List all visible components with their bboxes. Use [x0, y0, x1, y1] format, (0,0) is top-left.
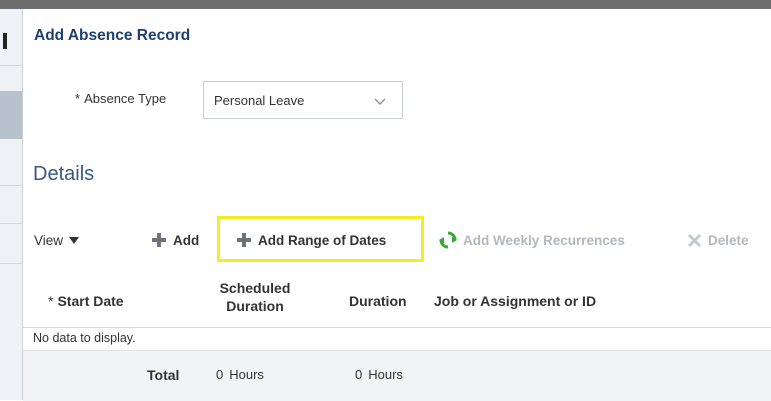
- empty-table-message: No data to display.: [33, 331, 136, 345]
- add-weekly-recurrences-button[interactable]: Add Weekly Recurrences: [439, 223, 625, 257]
- table-header: * Start Date Scheduled Duration Duration …: [23, 271, 771, 328]
- view-label: View: [34, 232, 64, 248]
- add-absence-dialog: Add Absence Record * Absence Type Persona…: [22, 9, 771, 401]
- details-section-title: Details: [33, 163, 95, 185]
- dialog-title: Add Absence Record: [34, 27, 191, 44]
- total-row: Total 0 Hours 0 Hours: [23, 350, 771, 401]
- add-weekly-recurrences-label: Add Weekly Recurrences: [463, 232, 625, 248]
- add-label: Add: [173, 232, 200, 248]
- total-scheduled-duration: 0 Hours: [216, 367, 264, 382]
- add-range-of-dates-label: Add Range of Dates: [258, 232, 387, 248]
- absence-type-select[interactable]: Personal Leave: [203, 81, 403, 119]
- plus-icon: [152, 233, 166, 247]
- plus-icon: [237, 233, 251, 247]
- add-button[interactable]: Add: [151, 223, 199, 257]
- background-divider: [0, 263, 22, 264]
- total-scheduled-value: 0: [216, 367, 224, 382]
- column-header-scheduled-duration[interactable]: Scheduled Duration: [214, 279, 296, 315]
- total-scheduled-unit: Hours: [229, 367, 264, 382]
- details-toolbar: View Add Add Range of Dates Add Weekly R…: [23, 216, 771, 262]
- chevron-down-icon: [374, 98, 386, 105]
- absence-dates-table: * Start Date Scheduled Duration Duration …: [23, 271, 771, 401]
- background-app-header: [0, 0, 771, 9]
- recurrence-icon: [439, 231, 457, 249]
- background-page-strip: [0, 9, 22, 400]
- column-header-job-assignment[interactable]: Job or Assignment or ID: [434, 293, 596, 309]
- background-selected-band: [0, 91, 22, 139]
- column-header-start-date[interactable]: * Start Date: [48, 293, 124, 309]
- delete-label: Delete: [708, 232, 749, 248]
- column-header-duration[interactable]: Duration: [349, 293, 407, 309]
- delete-x-icon: [687, 233, 702, 247]
- required-marker: *: [75, 91, 81, 106]
- background-divider: [0, 185, 22, 186]
- total-duration-unit: Hours: [368, 367, 403, 382]
- view-menu-button[interactable]: View: [34, 223, 80, 257]
- background-divider: [0, 223, 22, 224]
- start-date-header-text: Start Date: [57, 293, 124, 309]
- absence-type-label-text: Absence Type: [84, 91, 167, 106]
- absence-type-value: Personal Leave: [214, 93, 305, 108]
- caret-down-icon: [69, 236, 80, 244]
- total-label: Total: [147, 367, 180, 383]
- total-duration-value: 0: [355, 367, 363, 382]
- background-edge-mark: [3, 33, 7, 49]
- delete-button[interactable]: Delete: [687, 223, 749, 257]
- total-duration: 0 Hours: [355, 367, 403, 382]
- background-divider: [0, 65, 22, 66]
- required-marker: *: [48, 293, 54, 309]
- absence-type-label: * Absence Type: [75, 91, 166, 106]
- add-range-of-dates-button[interactable]: Add Range of Dates: [236, 223, 386, 257]
